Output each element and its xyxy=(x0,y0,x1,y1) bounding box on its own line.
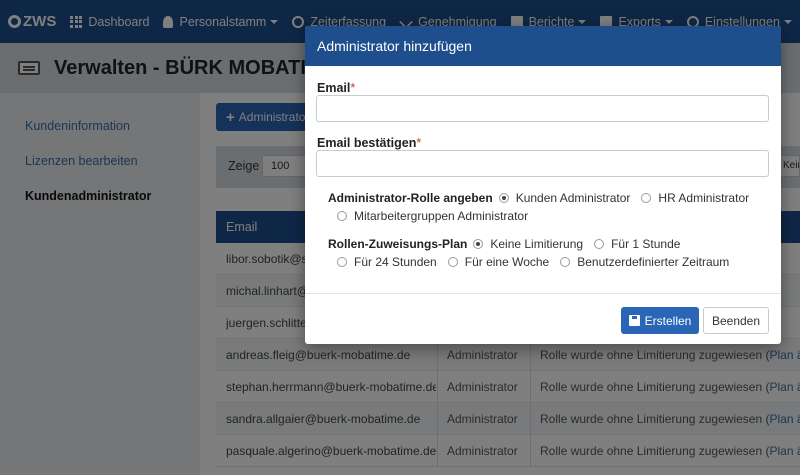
option-label: HR Administrator xyxy=(658,191,750,205)
role-group-label: Administrator-Rolle angeben xyxy=(328,191,493,205)
plan-option-benutzerdefiniert[interactable]: Benutzerdefinierter Zeitraum xyxy=(560,255,729,269)
email-field[interactable] xyxy=(316,95,769,122)
create-button[interactable]: Erstellen xyxy=(621,307,699,334)
option-label: Für eine Woche xyxy=(464,255,550,269)
create-button-label: Erstellen xyxy=(644,313,692,328)
option-label: Mitarbeitergruppen Administrator xyxy=(354,209,529,223)
option-label: Für 1 Stunde xyxy=(611,237,681,251)
plan-option-woche[interactable]: Für eine Woche xyxy=(447,255,550,269)
plan-group-label: Rollen-Zuweisungs-Plan xyxy=(328,237,468,251)
radio-selected-icon[interactable] xyxy=(498,193,509,203)
option-label: Für 24 Stunden xyxy=(354,255,437,269)
role-option-kunden[interactable]: Kunden Administrator xyxy=(498,191,631,205)
option-label: Keine Limitierung xyxy=(490,237,584,251)
email-confirm-field[interactable] xyxy=(316,150,769,177)
email-label: Email* xyxy=(317,81,355,95)
radio-icon[interactable] xyxy=(337,257,347,267)
dialog-footer: Erstellen Beenden xyxy=(305,293,781,344)
plan-radio-group-row2: Für 24 Stunden Für eine Woche Benutzerde… xyxy=(337,255,740,269)
close-button[interactable]: Beenden xyxy=(703,307,769,334)
dialog-title: Administrator hinzufügen xyxy=(305,26,781,66)
add-administrator-dialog: Administrator hinzufügen Email* Email be… xyxy=(305,26,781,344)
role-radio-group: Administrator-Rolle angeben Kunden Admin… xyxy=(328,191,760,205)
save-icon xyxy=(628,315,640,326)
option-label: Kunden Administrator xyxy=(515,191,631,205)
radio-icon[interactable] xyxy=(337,211,347,221)
plan-option-keine[interactable]: Keine Limitierung xyxy=(473,237,583,251)
radio-icon[interactable] xyxy=(560,257,571,267)
radio-icon[interactable] xyxy=(447,257,458,267)
plan-option-24-stunden[interactable]: Für 24 Stunden xyxy=(337,255,437,269)
role-option-mitarbeitergruppen[interactable]: Mitarbeitergruppen Administrator xyxy=(337,209,528,223)
plan-option-1-stunde[interactable]: Für 1 Stunde xyxy=(594,237,680,251)
email-confirm-label-text: Email bestätigen xyxy=(317,136,417,150)
radio-icon[interactable] xyxy=(641,193,652,203)
email-label-text: Email xyxy=(317,81,351,95)
email-confirm-label: Email bestätigen* xyxy=(317,136,421,150)
plan-radio-group: Rollen-Zuweisungs-Plan Keine Limitierung… xyxy=(328,237,691,251)
radio-icon[interactable] xyxy=(594,239,605,249)
role-option-hr[interactable]: HR Administrator xyxy=(641,191,749,205)
role-radio-group-row2: Mitarbeitergruppen Administrator xyxy=(337,209,539,223)
radio-selected-icon[interactable] xyxy=(473,239,484,249)
option-label: Benutzerdefinierter Zeitraum xyxy=(577,255,730,269)
required-mark: * xyxy=(350,81,356,95)
required-mark: * xyxy=(416,136,422,150)
